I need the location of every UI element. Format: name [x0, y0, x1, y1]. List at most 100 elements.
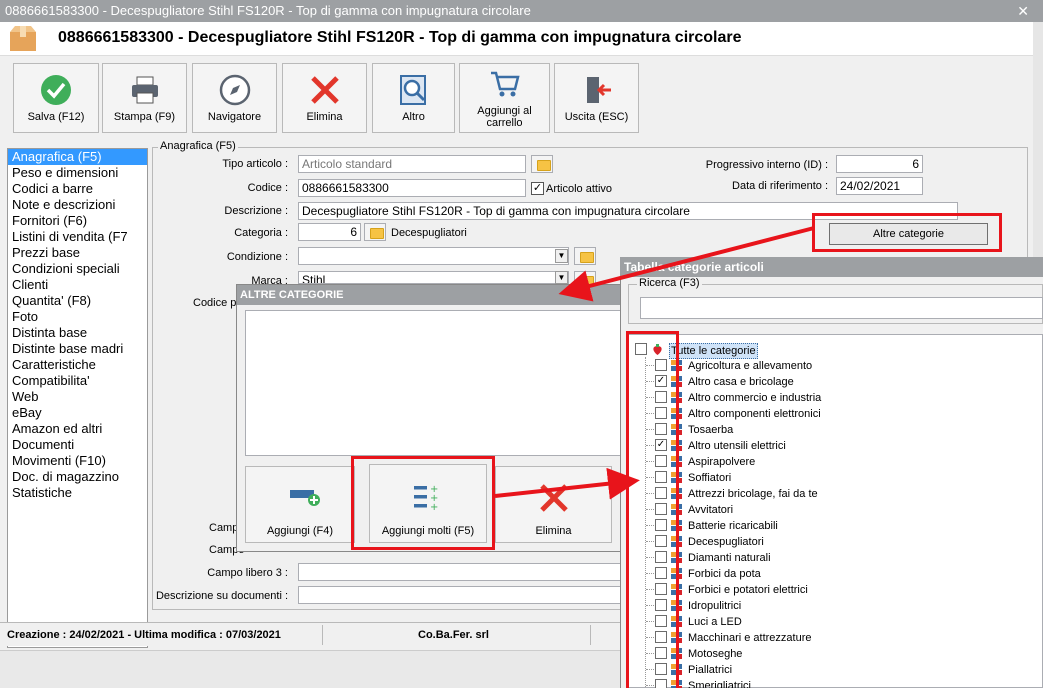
- search-label: Ricerca (F3): [637, 277, 702, 289]
- category-row[interactable]: Tosaerba: [629, 422, 1043, 438]
- add-category-button[interactable]: Aggiungi (F4): [245, 466, 355, 543]
- delete-button[interactable]: Elimina: [282, 63, 367, 133]
- condizione-select[interactable]: [298, 247, 569, 265]
- sidebar-item[interactable]: Condizioni speciali: [8, 261, 147, 277]
- category-row[interactable]: Batterie ricaricabili: [629, 518, 1043, 534]
- codice-label: Codice :: [247, 182, 288, 194]
- add-to-cart-button[interactable]: Aggiungi al carrello: [459, 63, 550, 133]
- sidebar-item[interactable]: Peso e dimensioni: [8, 165, 147, 181]
- delete-x-icon: [540, 484, 568, 512]
- status-separator: [590, 625, 591, 645]
- printer-icon: [131, 76, 158, 104]
- close-icon[interactable]: ✕: [1017, 0, 1029, 22]
- condizione-dropdown-icon[interactable]: ▼: [555, 249, 568, 263]
- print-button[interactable]: Stampa (F9): [102, 63, 187, 133]
- sidebar-item[interactable]: eBay: [8, 405, 147, 421]
- descrizione-documenti-field[interactable]: [298, 586, 621, 604]
- category-row[interactable]: Forbici e potatori elettrici: [629, 582, 1043, 598]
- category-row[interactable]: Avvitatori: [629, 502, 1043, 518]
- sidebar-item[interactable]: Clienti: [8, 277, 147, 293]
- marca-folder-icon[interactable]: [574, 271, 596, 287]
- descrizione-documenti-label: Descrizione su documenti :: [155, 590, 288, 602]
- category-tree[interactable]: Tutte le categorie Agricoltura e allevam…: [628, 334, 1043, 688]
- window-title-bar: 0886661583300 - Decespugliatore Stihl FS…: [0, 0, 1043, 22]
- marca-field[interactable]: Stihl: [298, 271, 569, 284]
- exit-button[interactable]: Uscita (ESC): [554, 63, 639, 133]
- exit-label: Uscita (ESC): [564, 111, 629, 123]
- sidebar-item[interactable]: Doc. di magazzino: [8, 469, 147, 485]
- category-row[interactable]: Piallatrici: [629, 662, 1043, 678]
- tipo-articolo-field[interactable]: Articolo standard: [298, 155, 526, 173]
- exit-door-icon: [586, 77, 611, 103]
- sidebar-item[interactable]: Caratteristiche: [8, 357, 147, 373]
- category-row[interactable]: Macchinari e attrezzature: [629, 630, 1043, 646]
- data-riferimento-field[interactable]: 24/02/2021: [836, 177, 923, 195]
- navigator-label: Navigatore: [207, 111, 262, 123]
- cart-label-line1: Aggiungi al: [477, 105, 532, 117]
- save-button[interactable]: Salva (F12): [13, 63, 99, 133]
- articolo-attivo-checkbox[interactable]: ✓: [531, 182, 544, 195]
- other-button[interactable]: Altro: [372, 63, 455, 133]
- progressivo-label: Progressivo interno (ID) :: [705, 159, 828, 171]
- sidebar-item[interactable]: Distinta base: [8, 325, 147, 341]
- category-row[interactable]: Diamanti naturali: [629, 550, 1043, 566]
- categoria-label: Categoria :: [234, 227, 288, 239]
- category-row[interactable]: ✓ Altro utensili elettrici: [629, 438, 1043, 454]
- sidebar-item[interactable]: Prezzi base: [8, 245, 147, 261]
- campo-libero-3-label: Campo libero 3 :: [207, 567, 288, 579]
- category-row[interactable]: ✓ Altro casa e bricolage: [629, 374, 1043, 390]
- category-label: Luci a LED: [688, 616, 742, 628]
- sidebar-item[interactable]: Note e descrizioni: [8, 197, 147, 213]
- add-category-label: Aggiungi (F4): [266, 525, 334, 537]
- category-row[interactable]: Forbici da pota: [629, 566, 1043, 582]
- category-row[interactable]: Altro componenti elettronici: [629, 406, 1043, 422]
- codice-produttore-label: Codice p: [193, 297, 237, 309]
- category-row[interactable]: Altro commercio e industria: [629, 390, 1043, 406]
- category-search-input[interactable]: [640, 297, 1043, 319]
- status-bar: Creazione : 24/02/2021 - Ultima modifica…: [0, 622, 620, 646]
- category-row[interactable]: Idropulitrici: [629, 598, 1043, 614]
- status-separator: [322, 625, 323, 645]
- condizione-folder-icon[interactable]: [574, 247, 596, 265]
- category-label: Forbici e potatori elettrici: [688, 584, 808, 596]
- categoria-folder-icon[interactable]: [364, 223, 386, 241]
- category-row[interactable]: Smerigliatrici: [629, 678, 1043, 688]
- sidebar-item[interactable]: Movimenti (F10): [8, 453, 147, 469]
- sidebar-item[interactable]: Compatibilita': [8, 373, 147, 389]
- sidebar-item[interactable]: Foto: [8, 309, 147, 325]
- category-row[interactable]: Soffiatori: [629, 470, 1043, 486]
- tree-root[interactable]: Tutte le categorie: [629, 342, 1043, 359]
- sidebar-item[interactable]: Statistiche: [8, 485, 147, 501]
- sidebar-item[interactable]: Anagrafica (F5): [8, 149, 147, 165]
- package-icon: [10, 26, 36, 51]
- delete-x-icon: [310, 76, 339, 104]
- annotation-box-checkboxes: [626, 331, 679, 688]
- category-row[interactable]: Motoseghe: [629, 646, 1043, 662]
- sidebar-item[interactable]: Codici a barre: [8, 181, 147, 197]
- categories-panel-title: Tabella categorie articoli: [620, 257, 1043, 277]
- codice-field[interactable]: 0886661583300: [298, 179, 526, 197]
- altre-categorie-list[interactable]: [245, 310, 621, 456]
- marca-dropdown-icon[interactable]: ▼: [555, 271, 568, 284]
- categoria-id-field[interactable]: 6: [298, 223, 361, 241]
- category-row[interactable]: Decespugliatori: [629, 534, 1043, 550]
- sidebar-item[interactable]: Fornitori (F6): [8, 213, 147, 229]
- sidebar-item[interactable]: Quantita' (F8): [8, 293, 147, 309]
- navigator-button[interactable]: Navigatore: [192, 63, 277, 133]
- sidebar-item[interactable]: Documenti: [8, 437, 147, 453]
- campo-libero-3-field[interactable]: [298, 563, 621, 581]
- category-row[interactable]: Attrezzi bricolage, fai da te: [629, 486, 1043, 502]
- cart-icon: [490, 71, 520, 97]
- sidebar-item[interactable]: Web: [8, 389, 147, 405]
- delete-category-button[interactable]: Elimina: [495, 466, 612, 543]
- category-row[interactable]: Agricoltura e allevamento: [629, 358, 1043, 374]
- category-row[interactable]: Luci a LED: [629, 614, 1043, 630]
- category-row[interactable]: Aspirapolvere: [629, 454, 1043, 470]
- sidebar-item[interactable]: Amazon ed altri: [8, 421, 147, 437]
- category-label: Avvitatori: [688, 504, 734, 516]
- condizione-label: Condizione :: [226, 251, 288, 263]
- tipo-folder-icon[interactable]: [531, 155, 553, 173]
- sidebar-item[interactable]: Distinte base madri: [8, 341, 147, 357]
- other-label: Altro: [402, 111, 425, 123]
- sidebar-item[interactable]: Listini di vendita (F7: [8, 229, 147, 245]
